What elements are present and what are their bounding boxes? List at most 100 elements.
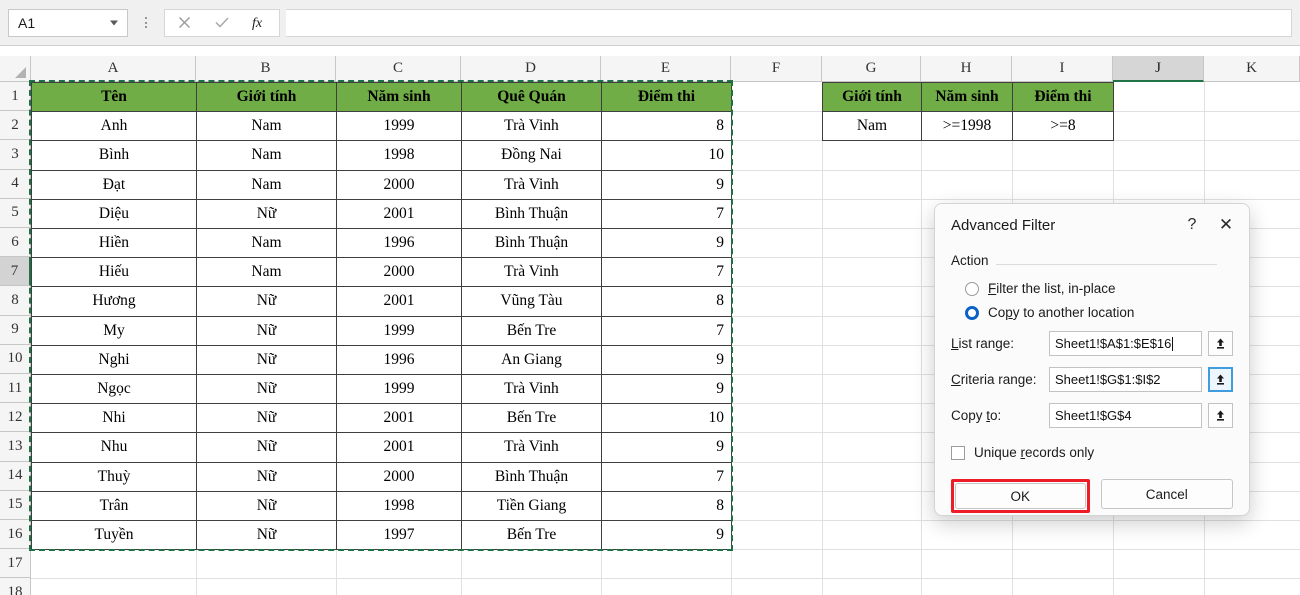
list-cell[interactable]: 9 <box>601 344 732 375</box>
list-cell[interactable]: 9 <box>601 228 732 259</box>
fx-icon[interactable]: fx <box>241 10 279 36</box>
list-cell[interactable]: 7 <box>601 315 732 346</box>
list-cell[interactable]: Nghi <box>31 344 197 375</box>
copy-to-input[interactable]: Sheet1!$G$4 <box>1049 403 1202 428</box>
list-cell[interactable]: Trà Vinh <box>461 257 602 288</box>
list-cell[interactable]: Nữ <box>196 315 337 346</box>
list-cell[interactable]: 10 <box>601 403 732 434</box>
list-cell[interactable]: 2000 <box>336 169 462 200</box>
list-cell[interactable]: 1998 <box>336 490 462 521</box>
column-header-c[interactable]: C <box>336 56 461 82</box>
criteria-cell[interactable]: >=1998 <box>921 111 1013 142</box>
list-cell[interactable]: 9 <box>601 169 732 200</box>
radio-copy-to-another-location[interactable]: Copy to another location <box>951 305 1233 320</box>
column-header-b[interactable]: B <box>196 56 336 82</box>
row-header-13[interactable]: 13 <box>0 432 31 462</box>
list-cell[interactable]: 2000 <box>336 257 462 288</box>
list-header-cell[interactable]: Năm sinh <box>336 82 462 113</box>
criteria-cell[interactable]: Nam <box>822 111 922 142</box>
list-cell[interactable]: Thuỳ <box>31 461 197 492</box>
column-header-i[interactable]: I <box>1012 56 1113 82</box>
unique-records-row[interactable]: Unique records only <box>951 445 1233 460</box>
list-cell[interactable]: Anh <box>31 111 197 142</box>
list-cell[interactable]: My <box>31 315 197 346</box>
list-cell[interactable]: Nam <box>196 140 337 171</box>
column-header-a[interactable]: A <box>31 56 196 82</box>
list-cell[interactable]: Bình <box>31 140 197 171</box>
list-cell[interactable]: 9 <box>601 432 732 463</box>
criteria-range-picker-icon[interactable] <box>1208 367 1233 392</box>
radio-filter-in-place[interactable]: Filter the list, in-place <box>951 281 1233 296</box>
list-cell[interactable]: Hiền <box>31 228 197 259</box>
list-cell[interactable]: Nữ <box>196 461 337 492</box>
row-header-17[interactable]: 17 <box>0 549 31 579</box>
list-cell[interactable]: Trà Vinh <box>461 374 602 405</box>
list-cell[interactable]: 10 <box>601 140 732 171</box>
list-cell[interactable]: Diệu <box>31 198 197 229</box>
list-cell[interactable]: Bến Tre <box>461 315 602 346</box>
list-cell[interactable]: 7 <box>601 461 732 492</box>
list-cell[interactable]: Bến Tre <box>461 403 602 434</box>
list-cell[interactable]: Vũng Tàu <box>461 286 602 317</box>
row-header-12[interactable]: 12 <box>0 403 31 433</box>
list-cell[interactable]: Nữ <box>196 344 337 375</box>
list-header-cell[interactable]: Tên <box>31 82 197 113</box>
list-cell[interactable]: An Giang <box>461 344 602 375</box>
list-cell[interactable]: Nam <box>196 257 337 288</box>
list-cell[interactable]: 1999 <box>336 374 462 405</box>
list-cell[interactable]: Trà Vinh <box>461 111 602 142</box>
row-header-4[interactable]: 4 <box>0 169 31 199</box>
list-cell[interactable]: Nam <box>196 228 337 259</box>
radio-icon-filter-in-place[interactable] <box>965 281 979 296</box>
formula-input[interactable] <box>286 8 1292 37</box>
list-cell[interactable]: 1999 <box>336 111 462 142</box>
criteria-range-input[interactable]: Sheet1!$G$1:$I$2 <box>1049 367 1202 392</box>
list-cell[interactable]: Nữ <box>196 490 337 521</box>
row-header-2[interactable]: 2 <box>0 111 31 141</box>
list-range-picker-icon[interactable] <box>1208 331 1233 356</box>
list-cell[interactable]: Nữ <box>196 432 337 463</box>
list-cell[interactable]: 1999 <box>336 315 462 346</box>
list-cell[interactable]: Tiền Giang <box>461 490 602 521</box>
list-cell[interactable]: 8 <box>601 490 732 521</box>
column-header-f[interactable]: F <box>731 56 822 82</box>
ok-button[interactable]: OK <box>955 483 1086 509</box>
list-cell[interactable]: Hiếu <box>31 257 197 288</box>
list-range-input[interactable]: Sheet1!$A$1:$E$16 <box>1049 331 1202 356</box>
list-cell[interactable]: 1996 <box>336 344 462 375</box>
list-cell[interactable]: Bình Thuận <box>461 461 602 492</box>
list-cell[interactable]: Nữ <box>196 403 337 434</box>
list-cell[interactable]: 1998 <box>336 140 462 171</box>
row-header-18[interactable]: 18 <box>0 578 31 595</box>
column-header-e[interactable]: E <box>601 56 731 82</box>
list-cell[interactable]: Trân <box>31 490 197 521</box>
more-options-icon[interactable] <box>135 9 157 37</box>
close-icon[interactable] <box>165 10 203 36</box>
list-cell[interactable]: Ngọc <box>31 374 197 405</box>
unique-records-checkbox[interactable] <box>951 445 965 460</box>
list-cell[interactable]: Đạt <box>31 169 197 200</box>
list-cell[interactable]: Nữ <box>196 286 337 317</box>
list-cell[interactable]: 9 <box>601 520 732 551</box>
row-header-3[interactable]: 3 <box>0 140 31 170</box>
column-header-h[interactable]: H <box>921 56 1012 82</box>
row-header-8[interactable]: 8 <box>0 286 31 316</box>
select-all-corner[interactable] <box>0 56 31 82</box>
close-icon[interactable]: ✕ <box>1209 210 1243 240</box>
row-header-14[interactable]: 14 <box>0 461 31 491</box>
list-header-cell[interactable]: Quê Quán <box>461 82 602 113</box>
column-header-j[interactable]: J <box>1113 56 1204 82</box>
list-cell[interactable]: 9 <box>601 374 732 405</box>
list-cell[interactable]: Bình Thuận <box>461 198 602 229</box>
name-box[interactable]: A1 <box>8 8 128 37</box>
row-header-9[interactable]: 9 <box>0 315 31 345</box>
list-cell[interactable]: 7 <box>601 198 732 229</box>
list-cell[interactable]: Đồng Nai <box>461 140 602 171</box>
list-cell[interactable]: Nữ <box>196 520 337 551</box>
list-cell[interactable]: Tuyền <box>31 520 197 551</box>
list-cell[interactable]: Bến Tre <box>461 520 602 551</box>
criteria-header-cell[interactable]: Năm sinh <box>921 82 1013 113</box>
list-cell[interactable]: 2001 <box>336 286 462 317</box>
list-header-cell[interactable]: Giới tính <box>196 82 337 113</box>
column-header-g[interactable]: G <box>822 56 921 82</box>
